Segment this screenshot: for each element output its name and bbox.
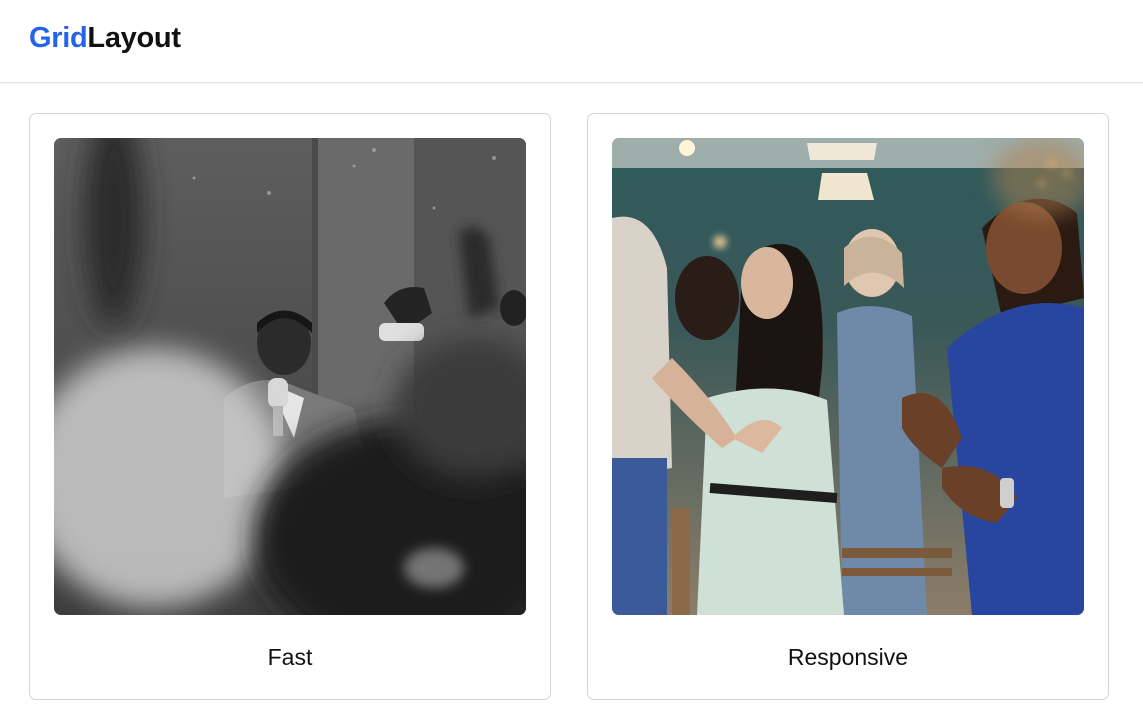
clapping-women-photo: [612, 138, 1084, 615]
card-responsive: Responsive: [587, 113, 1109, 700]
brand-logo-text: Layout: [87, 22, 181, 54]
card-image: [54, 138, 526, 615]
card-caption: Responsive: [787, 644, 909, 670]
brand-logo-accent: Grid: [29, 22, 88, 54]
card-image: [612, 138, 1084, 615]
worship-photo-bw: [54, 138, 526, 615]
top-navbar: GridLayout: [0, 0, 1143, 83]
brand-logo[interactable]: GridLayout: [29, 21, 181, 55]
card-fast: Fast: [29, 113, 551, 700]
card-caption: Fast: [267, 644, 313, 670]
